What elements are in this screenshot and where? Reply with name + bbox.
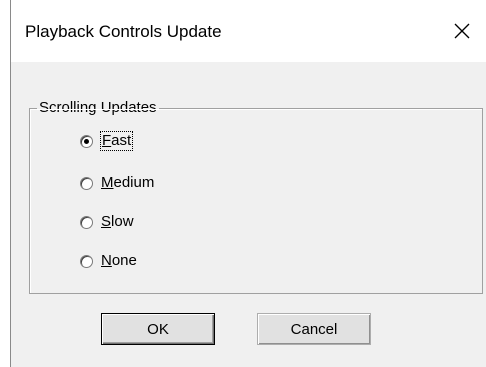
label-rest-none: one [111, 252, 137, 269]
mnemonic-s: S [101, 213, 112, 230]
radio-label-fast: Fast [99, 131, 134, 151]
scrolling-updates-group: Scrolling Updates Fast Medium Slow None [29, 99, 483, 294]
cancel-button[interactable]: Cancel [257, 313, 371, 345]
title-bar: Playback Controls Update [11, 0, 486, 62]
radio-label-none: None [101, 252, 137, 270]
radio-button-fast[interactable] [80, 134, 93, 148]
radio-button-none[interactable] [80, 254, 93, 268]
mnemonic-f: F [102, 132, 112, 149]
radio-button-medium[interactable] [80, 176, 93, 190]
close-icon [454, 23, 470, 39]
radio-label-slow: Slow [101, 213, 134, 231]
group-legend: Scrolling Updates [37, 99, 159, 117]
label-rest-slow: low [111, 213, 134, 230]
ok-button[interactable]: OK [101, 313, 215, 345]
radio-label-medium: Medium [101, 174, 154, 192]
radio-button-slow[interactable] [80, 215, 93, 229]
window-title: Playback Controls Update [25, 22, 222, 41]
mnemonic-n: N [101, 252, 112, 269]
dialog-window: Playback Controls Update Scrolling Updat… [10, 0, 486, 367]
radio-fast[interactable]: Fast [80, 131, 134, 151]
radio-medium[interactable]: Medium [80, 174, 154, 192]
mnemonic-m: M [101, 174, 114, 191]
label-rest-medium: edium [113, 174, 155, 191]
radio-slow[interactable]: Slow [80, 213, 134, 231]
close-button[interactable] [438, 8, 486, 54]
radio-none[interactable]: None [80, 252, 137, 270]
label-rest-fast: ast [111, 132, 132, 149]
